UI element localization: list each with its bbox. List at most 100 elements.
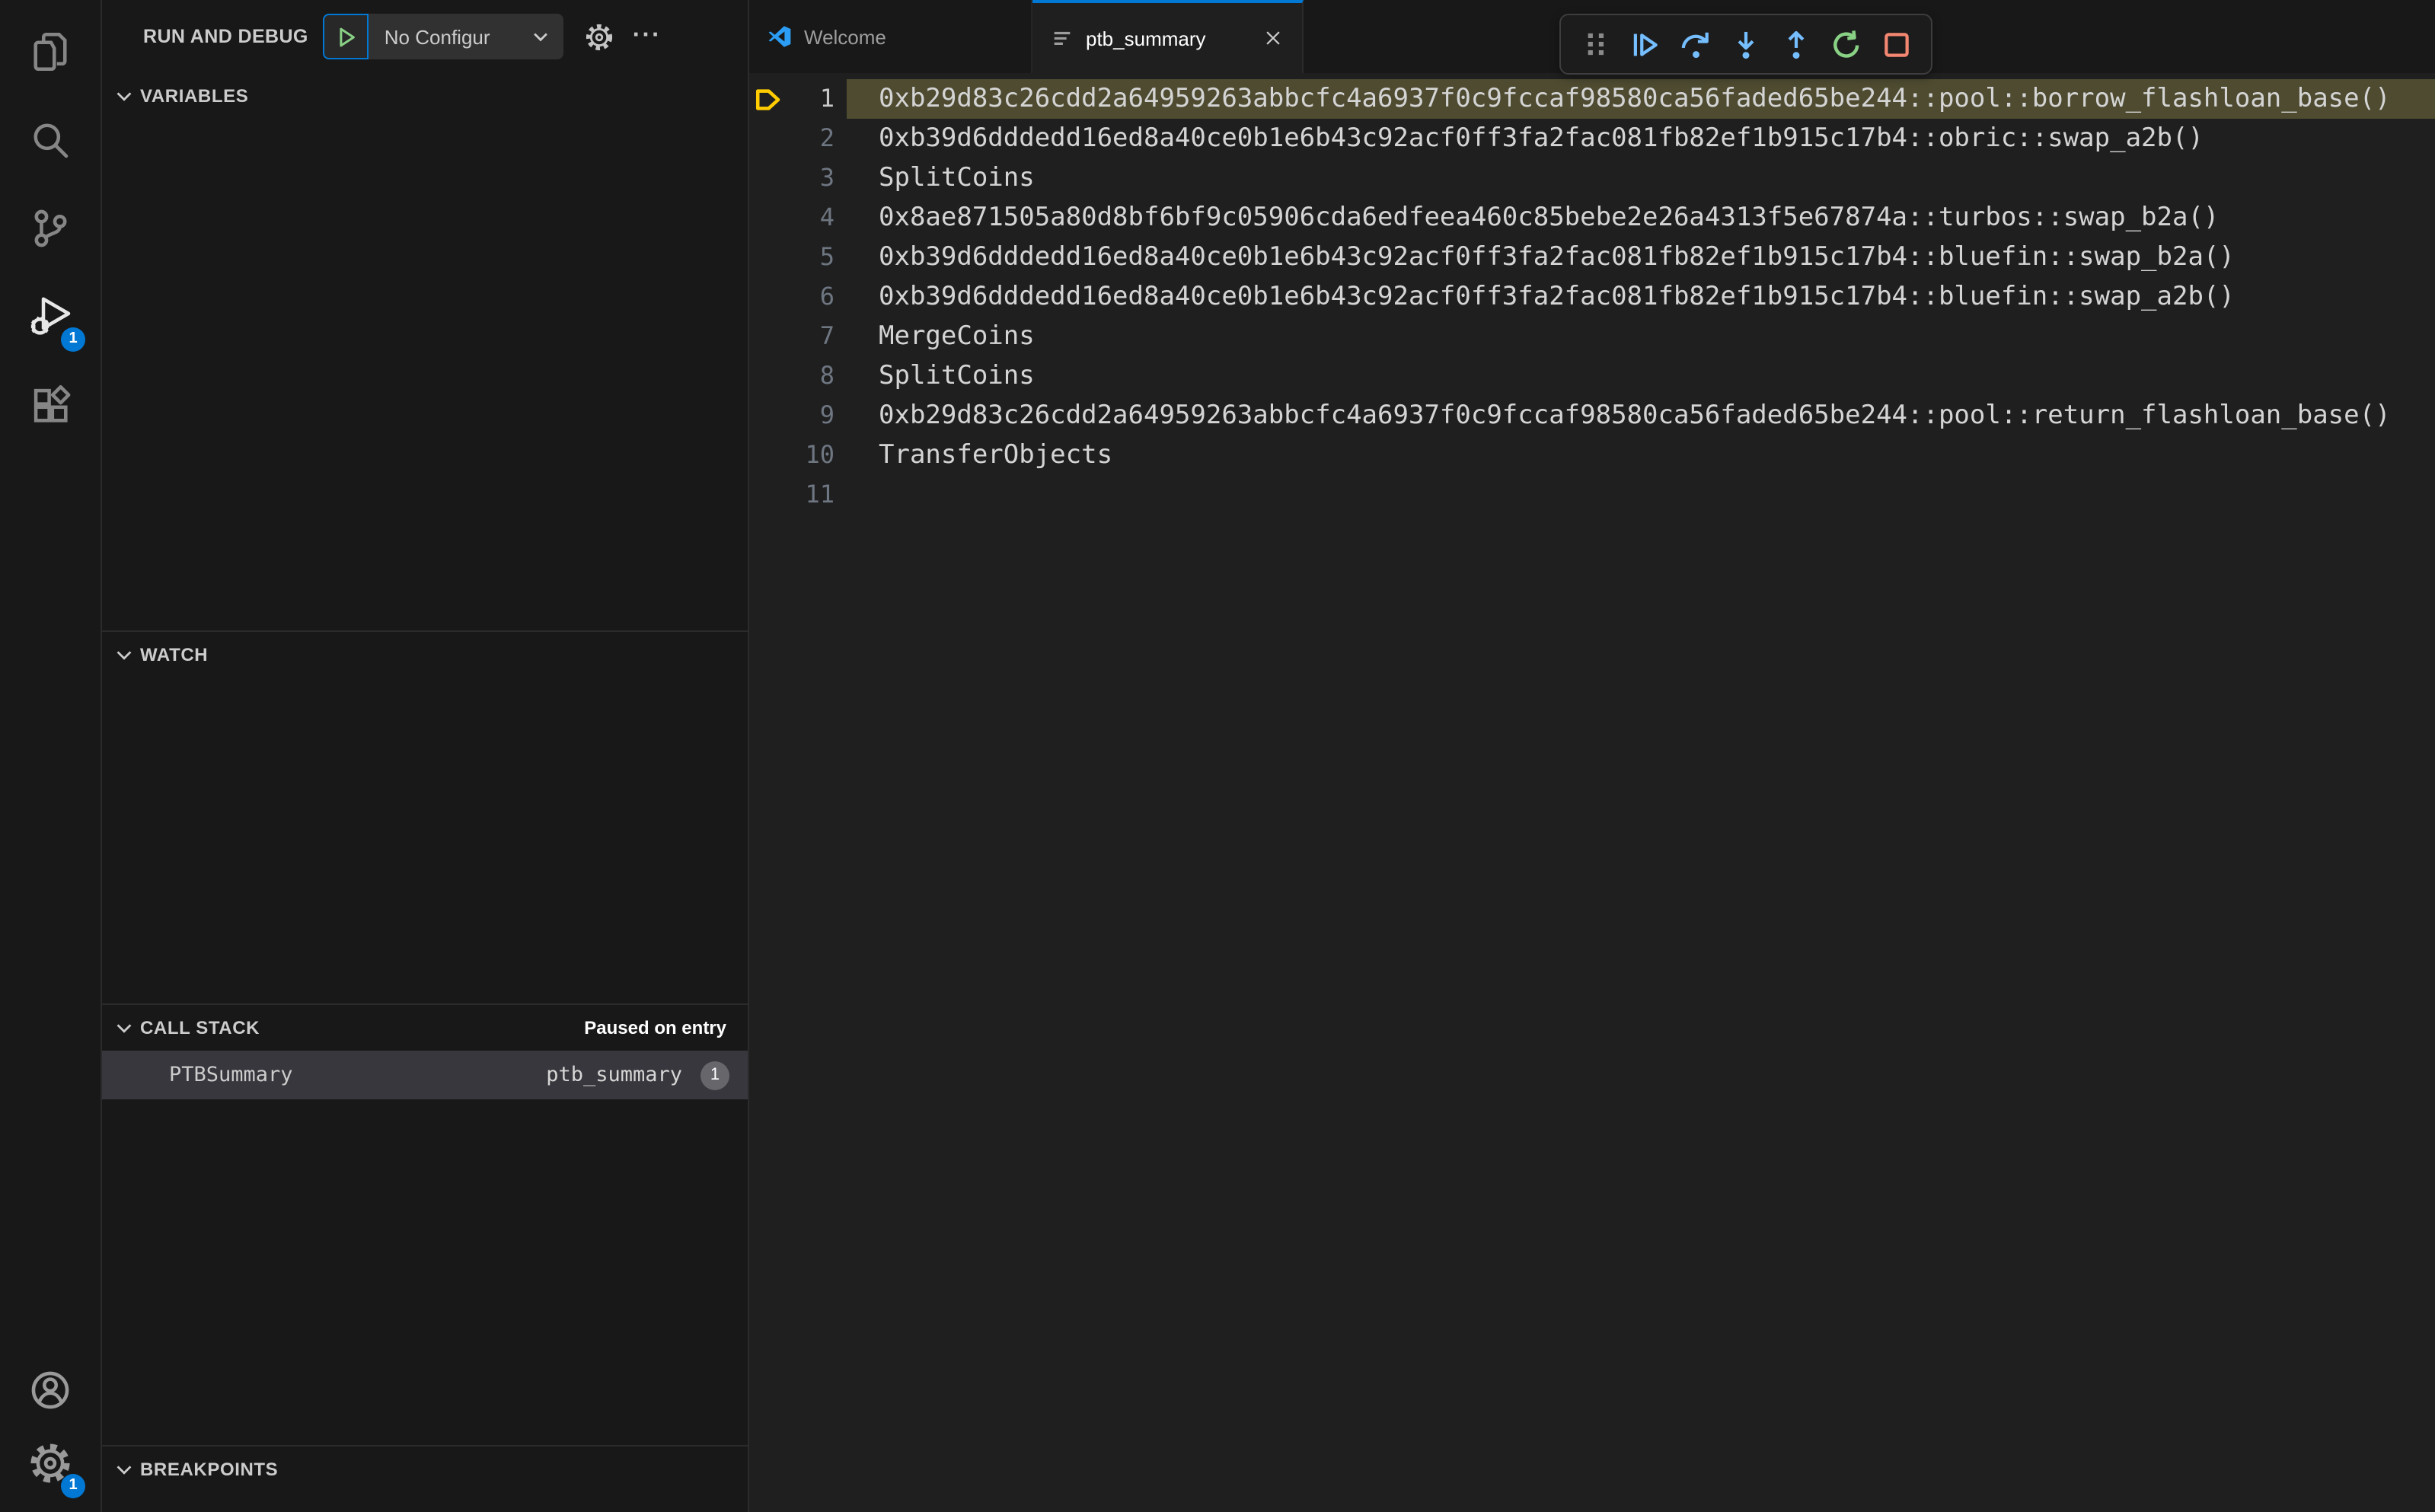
- ellipsis-icon: ···: [632, 23, 662, 49]
- line-number: 11: [805, 480, 835, 509]
- code-text[interactable]: 0xb39d6dddedd16ed8a40ce0b1e6b43c92acf0ff…: [847, 277, 2435, 317]
- breakpoint-gutter[interactable]: [749, 475, 783, 515]
- more-actions-button[interactable]: ···: [633, 24, 662, 48]
- breakpoints-section-label: BREAKPOINTS: [140, 1459, 279, 1480]
- breakpoint-gutter[interactable]: [749, 119, 783, 158]
- breakpoint-gutter[interactable]: [749, 317, 783, 356]
- code-text[interactable]: SplitCoins: [847, 158, 2435, 198]
- code-line[interactable]: 1 0xb29d83c26cdd2a64959263abbcfc4a6937f0c…: [749, 79, 2435, 119]
- breakpoint-gutter[interactable]: [749, 435, 783, 475]
- restart-icon: [1830, 28, 1862, 60]
- watch-section-header[interactable]: WATCH: [102, 632, 748, 678]
- code-line[interactable]: 9 0xb29d83c26cdd2a64959263abbcfc4a6937f0c…: [749, 396, 2435, 435]
- sidebar-item-search[interactable]: [14, 104, 87, 177]
- stop-button[interactable]: [1872, 15, 1922, 73]
- breakpoint-gutter[interactable]: [749, 158, 783, 198]
- line-number: 1: [819, 84, 835, 113]
- continue-button[interactable]: [1620, 15, 1671, 73]
- code-text[interactable]: 0xb29d83c26cdd2a64959263abbcfc4a6937f0c9…: [847, 79, 2435, 119]
- breakpoint-gutter[interactable]: [749, 277, 783, 317]
- tab-label: Welcome: [804, 25, 886, 48]
- debug-count-badge: 1: [61, 327, 85, 352]
- code-line[interactable]: 5 0xb39d6dddedd16ed8a40ce0b1e6b43c92acf0f…: [749, 238, 2435, 277]
- account-menu[interactable]: [14, 1354, 87, 1427]
- settings-badge: 1: [61, 1474, 85, 1498]
- debug-settings-button[interactable]: [586, 22, 614, 51]
- close-icon[interactable]: [1262, 27, 1284, 49]
- extensions-icon: [29, 384, 72, 426]
- code-text[interactable]: 0xb39d6dddedd16ed8a40ce0b1e6b43c92acf0ff…: [847, 119, 2435, 158]
- chevron-down-icon: [113, 1016, 136, 1039]
- source-control-icon: [29, 207, 72, 250]
- line-number: 6: [819, 282, 835, 311]
- sidebar-item-source-control[interactable]: [14, 192, 87, 265]
- tab-label: ptb_summary: [1086, 27, 1206, 49]
- chevron-down-icon: [531, 26, 552, 47]
- call-stack-section-header[interactable]: CALL STACK Paused on entry: [102, 1005, 748, 1051]
- line-number: 4: [819, 203, 835, 231]
- code-line[interactable]: 6 0xb39d6dddedd16ed8a40ce0b1e6b43c92acf0f…: [749, 277, 2435, 317]
- code-line[interactable]: 8 SplitCoins: [749, 356, 2435, 396]
- code-text[interactable]: 0x8ae871505a80d8bf6bf9c05906cda6edfeea46…: [847, 198, 2435, 238]
- search-icon: [29, 119, 72, 161]
- breakpoints-section-header[interactable]: BREAKPOINTS: [102, 1447, 748, 1492]
- frame-location: ptb_summary 1: [546, 1061, 729, 1089]
- debug-toolbar: [1559, 14, 1932, 75]
- code-line[interactable]: 2 0xb39d6dddedd16ed8a40ce0b1e6b43c92acf0f…: [749, 119, 2435, 158]
- call-stack-frame[interactable]: PTBSummary ptb_summary 1: [102, 1051, 748, 1099]
- code-text[interactable]: TransferObjects: [847, 435, 2435, 475]
- call-stack-section: CALL STACK Paused on entry PTBSummary pt…: [102, 1003, 748, 1445]
- frame-line-badge: 1: [701, 1061, 729, 1089]
- sidebar-item-run-and-debug[interactable]: 1: [14, 280, 87, 353]
- gripper-icon: [1583, 30, 1607, 58]
- code-text[interactable]: MergeCoins: [847, 317, 2435, 356]
- code-line[interactable]: 7 MergeCoins: [749, 317, 2435, 356]
- files-icon: [29, 30, 72, 73]
- code-line[interactable]: 10 TransferObjects: [749, 435, 2435, 475]
- line-number: 10: [805, 440, 835, 469]
- chevron-down-icon: [113, 85, 136, 107]
- code-text[interactable]: [847, 475, 2435, 515]
- code-line[interactable]: 4 0x8ae871505a80d8bf6bf9c05906cda6edfeea4…: [749, 198, 2435, 238]
- start-debug-button[interactable]: [323, 14, 369, 59]
- toolbar-drag-handle[interactable]: [1570, 15, 1620, 73]
- sidebar-item-extensions[interactable]: [14, 368, 87, 442]
- line-number: 5: [819, 242, 835, 271]
- step-over-icon: [1680, 28, 1712, 60]
- code-editor[interactable]: 1 0xb29d83c26cdd2a64959263abbcfc4a6937f0c…: [749, 73, 2435, 1512]
- debug-pause-status: Paused on entry: [584, 1017, 726, 1038]
- line-number: 7: [819, 321, 835, 350]
- line-number: 8: [819, 361, 835, 390]
- call-stack-section-label: CALL STACK: [140, 1017, 260, 1038]
- tab-ptb-summary[interactable]: ptb_summary: [1032, 0, 1304, 73]
- code-line[interactable]: 3 SplitCoins: [749, 158, 2435, 198]
- vscode-logo-icon: [768, 24, 792, 49]
- breakpoint-gutter[interactable]: [749, 396, 783, 435]
- variables-section-label: VARIABLES: [140, 85, 249, 107]
- variables-section-header[interactable]: VARIABLES: [102, 73, 748, 119]
- breakpoint-gutter[interactable]: [749, 238, 783, 277]
- code-line[interactable]: 11: [749, 475, 2435, 515]
- breakpoint-gutter[interactable]: [749, 356, 783, 396]
- tab-welcome[interactable]: Welcome: [749, 0, 1032, 73]
- breakpoint-gutter[interactable]: [749, 198, 783, 238]
- frame-name: PTBSummary: [169, 1063, 293, 1087]
- current-line-arrow-icon: [754, 85, 783, 113]
- line-number: 9: [819, 400, 835, 429]
- code-text[interactable]: SplitCoins: [847, 356, 2435, 396]
- code-text[interactable]: 0xb39d6dddedd16ed8a40ce0b1e6b43c92acf0ff…: [847, 238, 2435, 277]
- breakpoint-gutter[interactable]: [749, 79, 783, 119]
- step-out-icon: [1780, 28, 1812, 60]
- stop-icon: [1881, 28, 1913, 60]
- step-out-button[interactable]: [1771, 15, 1821, 73]
- restart-button[interactable]: [1821, 15, 1872, 73]
- settings-menu[interactable]: 1: [14, 1427, 87, 1500]
- launch-controls: No Configur: [323, 14, 564, 59]
- sidebar-item-explorer[interactable]: [14, 15, 87, 88]
- debug-configuration-dropdown[interactable]: No Configur: [369, 14, 564, 59]
- step-over-button[interactable]: [1671, 15, 1721, 73]
- account-icon: [29, 1369, 72, 1412]
- debug-configuration-value: No Configur: [384, 25, 490, 48]
- step-into-button[interactable]: [1721, 15, 1771, 73]
- code-text[interactable]: 0xb29d83c26cdd2a64959263abbcfc4a6937f0c9…: [847, 396, 2435, 435]
